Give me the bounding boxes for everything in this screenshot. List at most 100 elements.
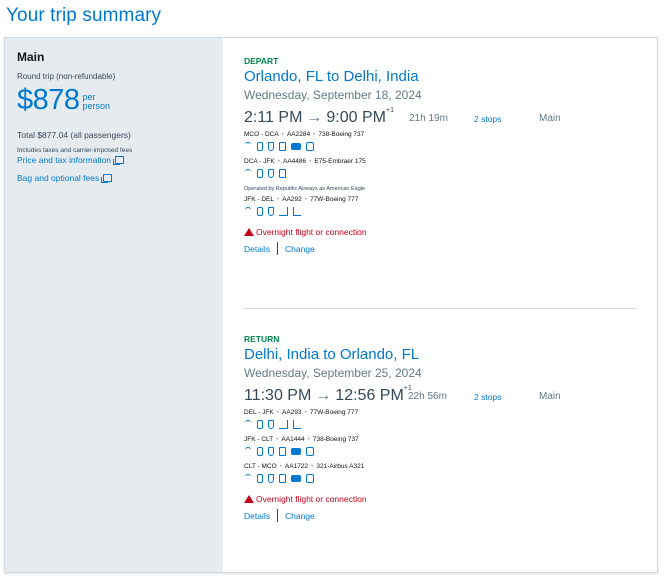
separator-dot: • <box>279 463 282 470</box>
power-outlet-icon <box>257 206 263 216</box>
separator-dot: • <box>311 463 314 470</box>
usb-icon <box>268 419 274 429</box>
itinerary-main: DEPART Orlando, FL to Delhi, India Wedne… <box>223 38 657 572</box>
price-tax-info-label: Price and tax information <box>17 155 112 165</box>
price-tax-info-link[interactable]: Price and tax information <box>17 155 211 165</box>
change-link[interactable]: Change <box>285 244 315 254</box>
trip-type: Round trip (non-refundable) <box>17 72 116 81</box>
warning-icon <box>244 495 254 503</box>
amenities-row <box>244 168 636 178</box>
flight-times: 2:11 PM → 9:00 PM+1 <box>244 107 394 127</box>
flight-number: AA4486 <box>282 158 307 165</box>
slice-route: Orlando, FL to Delhi, India <box>244 68 419 85</box>
tv-icon <box>291 142 301 150</box>
usb-icon <box>268 473 274 483</box>
meal-icon <box>279 419 288 429</box>
slice-label: RETURN <box>244 334 280 344</box>
amenities-row <box>244 473 636 483</box>
flight-number: AA292 <box>282 196 302 203</box>
change-link[interactable]: Change <box>285 511 315 521</box>
separator-dot: • <box>309 158 312 165</box>
usb-icon <box>268 141 274 151</box>
flight-segment: CLT - MCO • AA1722 • 321-Airbus A321 <box>244 463 636 483</box>
arrow-right-icon: → <box>306 109 323 126</box>
device-entertainment-icon <box>279 446 286 456</box>
flight-number: AA2284 <box>286 131 311 138</box>
power-outlet-icon <box>257 473 263 483</box>
warning-icon <box>244 228 254 236</box>
separator-dot: • <box>276 436 279 443</box>
times-row: 2:11 PM → 9:00 PM+1 21h 19m 2 stops Main <box>244 107 636 129</box>
power-outlet-icon <box>257 419 263 429</box>
segment-info: DEL - JFK • AA293 • 77W-Boeing 777 <box>244 409 636 416</box>
times-row: 11:30 PM → 12:56 PM+1 22h 56m 2 stops Main <box>244 385 636 407</box>
wifi-icon <box>244 473 252 483</box>
usb-icon <box>268 168 274 178</box>
segment-route: DCA - JFK <box>244 158 275 165</box>
flight-segment: JFK - CLT • AA1444 • 738-Boeing 737 <box>244 436 636 456</box>
flight-number: AA293 <box>282 409 302 416</box>
segment-info: JFK - DEL • AA292 • 77W-Boeing 777 <box>244 196 636 203</box>
trip-duration: 21h 19m <box>409 113 448 124</box>
separator-dot: • <box>304 409 307 416</box>
aircraft-type: E75-Embraer 175 <box>314 158 366 165</box>
departure-time: 2:11 PM <box>244 109 303 126</box>
separator-dot: • <box>313 131 316 138</box>
wifi-icon <box>244 141 252 151</box>
popup-window-icon <box>101 174 113 183</box>
separator-dot: • <box>281 131 284 138</box>
stops-link[interactable]: 2 stops <box>474 114 501 124</box>
usb-icon <box>268 446 274 456</box>
details-link[interactable]: Details <box>244 511 270 521</box>
fare-sidebar: Main Round trip (non-refundable) $878 pe… <box>5 38 223 572</box>
aircraft-type: 77W-Boeing 777 <box>309 409 359 416</box>
aircraft-type: 738-Boeing 737 <box>312 436 359 443</box>
app-entertainment-icon <box>306 141 314 151</box>
operated-by-note: Operated by Republic Airways as American… <box>244 186 366 192</box>
arrival-time: 9:00 PM <box>326 109 386 126</box>
power-outlet-icon <box>257 446 263 456</box>
app-entertainment-icon <box>306 473 314 483</box>
segment-route: CLT - MCO <box>244 463 277 470</box>
device-entertainment-icon <box>279 168 286 178</box>
divider <box>276 509 278 522</box>
cabin-class: Main <box>539 113 561 124</box>
slice-actions: Details Change <box>244 242 636 255</box>
power-outlet-icon <box>257 168 263 178</box>
departure-time: 11:30 PM <box>244 387 312 404</box>
stops-link[interactable]: 2 stops <box>474 392 501 402</box>
fare-name: Main <box>17 50 45 64</box>
segment-list: MCO - DCA • AA2284 • 738-Boeing 737 DCA - JFK… <box>244 131 636 216</box>
slice-label: DEPART <box>244 56 279 66</box>
page-title: Your trip summary <box>6 5 162 26</box>
per-person-label: per person <box>83 93 111 111</box>
amenities-row <box>244 206 636 216</box>
device-entertainment-icon <box>279 141 286 151</box>
flight-times: 11:30 PM → 12:56 PM+1 <box>244 385 412 405</box>
flight-segment: DEL - JFK • AA293 • 77W-Boeing 777 <box>244 409 636 429</box>
separator-dot: • <box>277 158 280 165</box>
day-offset: +1 <box>386 107 394 114</box>
segment-route: JFK - DEL <box>244 196 274 203</box>
separator-dot: • <box>276 196 280 203</box>
tv-icon <box>291 474 301 482</box>
segment-route: JFK - CLT <box>244 436 274 443</box>
depart-slice: DEPART Orlando, FL to Delhi, India Wedne… <box>244 56 636 255</box>
arrival-time: 12:56 PM <box>335 387 404 404</box>
slice-date: Wednesday, September 18, 2024 <box>244 88 422 102</box>
arrow-right-icon: → <box>315 387 332 404</box>
amenities-row <box>244 419 636 429</box>
trip-duration: 22h 56m <box>408 391 447 402</box>
price-per-person: $878 <box>17 84 80 116</box>
bag-fees-link[interactable]: Bag and optional fees <box>17 173 211 183</box>
flight-segment: MCO - DCA • AA2284 • 738-Boeing 737 <box>244 131 636 151</box>
person-label: person <box>82 101 111 111</box>
details-link[interactable]: Details <box>244 244 270 254</box>
slice-date: Wednesday, September 25, 2024 <box>244 366 422 380</box>
divider <box>276 242 278 255</box>
flight-number: AA1444 <box>281 436 305 443</box>
flight-segment: DCA - JFK • AA4486 • E75-Embraer 175 <box>244 158 636 178</box>
wifi-icon <box>244 206 252 216</box>
separator-dot: • <box>304 196 308 203</box>
total-price: Total $877.04 (all passengers) <box>17 130 131 140</box>
